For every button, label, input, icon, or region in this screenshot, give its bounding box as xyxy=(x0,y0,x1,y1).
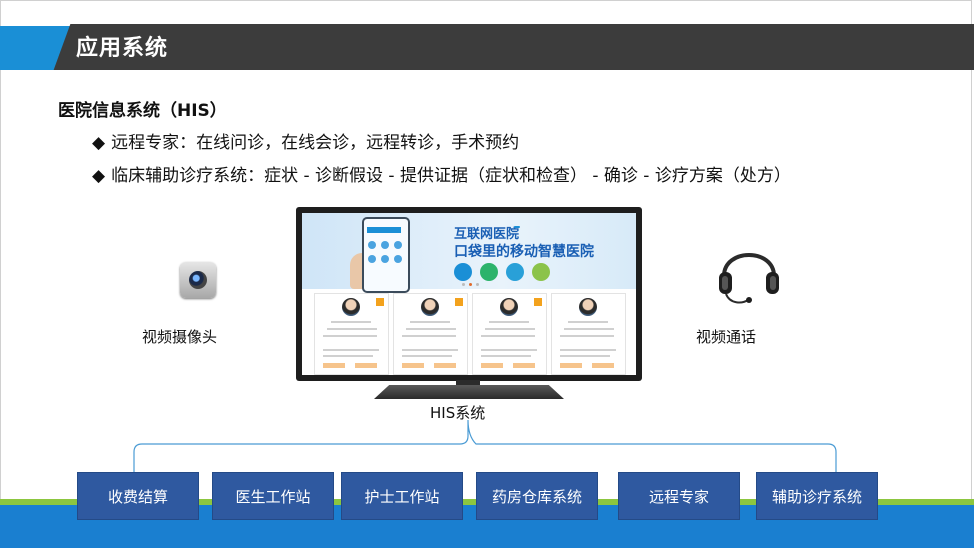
doctor-avatar xyxy=(421,298,439,316)
banner-tag xyxy=(514,226,520,228)
module-clinical-assist: 辅助诊疗系统 xyxy=(757,473,877,519)
doctor-cards xyxy=(314,293,626,375)
phone-image xyxy=(362,217,410,293)
banner-subtitle: 口袋里的移动智慧医院 xyxy=(454,244,594,260)
diamond-bullet-icon: ◆ xyxy=(92,166,106,186)
banner-feature-icons xyxy=(454,263,550,281)
camera-icon xyxy=(180,262,216,298)
camera-lens xyxy=(189,271,207,289)
headset-icon xyxy=(719,253,779,304)
module-billing: 收费结算 xyxy=(78,473,198,519)
doctor-card xyxy=(472,293,547,375)
doctor-card xyxy=(314,293,389,375)
tv-monitor: 互联网医院 口袋里的移动智慧医院 xyxy=(296,207,642,381)
monitor-screen: 互联网医院 口袋里的移动智慧医院 xyxy=(302,213,636,375)
carousel-dots xyxy=(462,283,479,286)
video-call-label: 视频通话 xyxy=(696,328,757,346)
diamond-bullet-icon: ◆ xyxy=(92,133,106,153)
bullet-remote-expert: ◆ 远程专家：在线问诊，在线会诊，远程转诊，手术预约 xyxy=(92,128,519,153)
module-remote-expert: 远程专家 xyxy=(619,473,739,519)
module-bracket xyxy=(133,419,837,478)
module-nurse-station: 护士工作站 xyxy=(342,473,462,519)
screen-banner: 互联网医院 口袋里的移动智慧医院 xyxy=(302,213,636,293)
doctor-avatar xyxy=(579,298,597,316)
bullet-clinical-assist: ◆ 临床辅助诊疗系统：症状 - 诊断假设 - 提供证据（症状和检查） - 确诊 -… xyxy=(92,161,791,186)
module-pharmacy-warehouse: 药房仓库系统 xyxy=(477,473,597,519)
doctor-card xyxy=(393,293,468,375)
header-bar xyxy=(53,24,974,70)
doctor-avatar xyxy=(500,298,518,316)
doctor-card xyxy=(551,293,626,375)
doctor-avatar xyxy=(342,298,360,316)
section-title: 医院信息系统（HIS） xyxy=(58,101,227,121)
camera-label: 视频摄像头 xyxy=(142,328,218,346)
module-doctor-station: 医生工作站 xyxy=(213,473,333,519)
monitor-stand-base xyxy=(374,385,564,399)
page-title: 应用系统 xyxy=(76,36,169,61)
bullet-text: 临床辅助诊疗系统：症状 - 诊断假设 - 提供证据（症状和检查） - 确诊 - … xyxy=(111,166,791,186)
banner-title: 互联网医院 xyxy=(454,227,520,242)
bullet-text: 远程专家：在线问诊，在线会诊，远程转诊，手术预约 xyxy=(111,133,520,153)
